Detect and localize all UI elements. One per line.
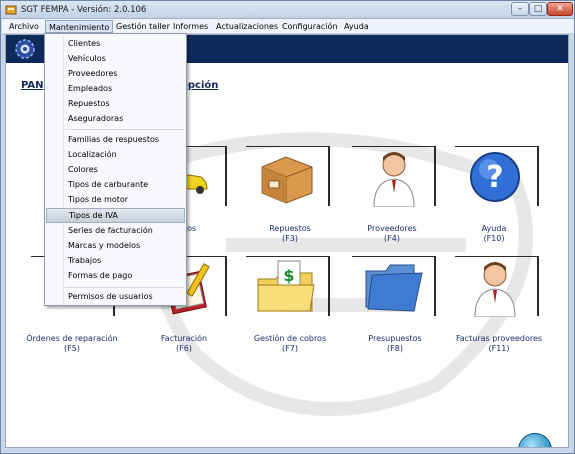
menu-item-series-facturacion[interactable]: Series de facturación xyxy=(46,224,185,239)
tile-ordenes-label: Órdenes de reparación xyxy=(26,334,118,343)
menu-configuracion[interactable]: Configuración xyxy=(279,20,341,33)
tile-facturas-proveedores[interactable] xyxy=(455,256,539,317)
tile-ayuda-label: Ayuda xyxy=(481,224,507,233)
menu-ayuda[interactable]: Ayuda xyxy=(341,20,372,33)
close-icon: ✕ xyxy=(556,4,564,14)
menu-item-localizacion[interactable]: Localización xyxy=(46,148,185,163)
help-question-icon: ? xyxy=(470,152,520,202)
tile-ordenes-key: (F5) xyxy=(64,344,80,353)
menu-separator xyxy=(65,287,184,288)
blue-folder-icon xyxy=(365,264,423,312)
tile-repuestos[interactable] xyxy=(246,146,330,206)
menu-item-clientes[interactable]: Clientes xyxy=(46,37,185,52)
tile-presupuestos[interactable] xyxy=(352,256,436,316)
tile-facturas-proveedores-label: Facturas proveedores xyxy=(455,334,543,343)
menu-archivo[interactable]: Archivo xyxy=(6,20,42,33)
tile-cobros-key: (F7) xyxy=(282,344,298,353)
menu-informes[interactable]: Informes xyxy=(170,20,211,33)
app-icon xyxy=(5,5,17,15)
tile-gestion-cobros[interactable]: $ xyxy=(246,256,330,316)
tile-cobros-label: Gestión de cobros xyxy=(253,334,327,343)
menu-item-trabajos[interactable]: Trabajos xyxy=(46,254,185,269)
app-window: SGT FEMPA - Versión: 2.0.106 – □ ✕ Archi… xyxy=(0,0,575,454)
menu-item-motor[interactable]: Tipos de motor xyxy=(46,193,185,208)
menu-gestion-taller[interactable]: Gestión taller xyxy=(113,20,173,33)
tile-ayuda-key: (F10) xyxy=(483,234,505,243)
menu-actualizaciones[interactable]: Actualizaciones xyxy=(213,20,281,33)
tile-proveedores[interactable] xyxy=(352,146,436,207)
menu-item-colores[interactable]: Colores xyxy=(46,163,185,178)
menu-item-repuestos[interactable]: Repuestos xyxy=(46,97,185,112)
tile-ayuda[interactable]: ? xyxy=(455,146,539,206)
minimize-icon: – xyxy=(517,4,523,14)
menu-item-formas-pago[interactable]: Formas de pago xyxy=(46,269,185,284)
menu-item-familias[interactable]: Familias de respuestos xyxy=(46,133,185,148)
menu-item-marcas-modelos[interactable]: Marcas y modelos xyxy=(46,239,185,254)
exit-button[interactable] xyxy=(518,433,552,447)
menu-item-carburante[interactable]: Tipos de carburante xyxy=(46,178,185,193)
doctor-person-icon xyxy=(474,262,516,317)
svg-text:$: $ xyxy=(283,266,294,285)
window-title: SGT FEMPA - Versión: 2.0.106 xyxy=(21,5,147,15)
gear-logo-icon xyxy=(15,39,35,59)
menu-mantenimiento[interactable]: Mantenimiento xyxy=(45,20,114,33)
title-bar: SGT FEMPA - Versión: 2.0.106 – □ ✕ xyxy=(1,1,574,19)
box-icon xyxy=(261,156,313,204)
tile-facturas-proveedores-key: (F11) xyxy=(488,344,510,353)
menu-separator xyxy=(65,129,184,130)
svg-text:?: ? xyxy=(486,160,503,195)
tile-facturacion-label: Facturación xyxy=(160,334,208,343)
doctor-person-icon xyxy=(373,152,415,207)
tile-facturacion-key: (F6) xyxy=(176,344,192,353)
money-folder-icon: $ xyxy=(257,260,315,312)
menu-item-aseguradoras[interactable]: Aseguradoras xyxy=(46,112,185,127)
menu-item-proveedores[interactable]: Proveedores xyxy=(46,67,185,82)
menu-item-vehiculos[interactable]: Vehículos xyxy=(46,52,185,67)
maximize-icon: □ xyxy=(533,4,543,14)
menu-item-tipos-iva[interactable]: Tipos de IVA xyxy=(46,208,185,223)
minimize-button[interactable]: – xyxy=(511,2,529,16)
panel-title-left: PAN xyxy=(21,80,44,91)
menu-item-permisos[interactable]: Permisos de usuarios xyxy=(46,290,185,305)
mantenimiento-dropdown: Clientes Vehículos Proveedores Empleados… xyxy=(44,33,187,306)
menu-bar: Archivo Mantenimiento Gestión taller Inf… xyxy=(2,19,574,34)
maximize-button[interactable]: □ xyxy=(529,2,547,16)
tile-presupuestos-label: Presupuestos xyxy=(368,334,422,343)
tile-presupuestos-key: (F8) xyxy=(387,344,403,353)
close-button[interactable]: ✕ xyxy=(547,2,573,16)
menu-item-empleados[interactable]: Empleados xyxy=(46,82,185,97)
